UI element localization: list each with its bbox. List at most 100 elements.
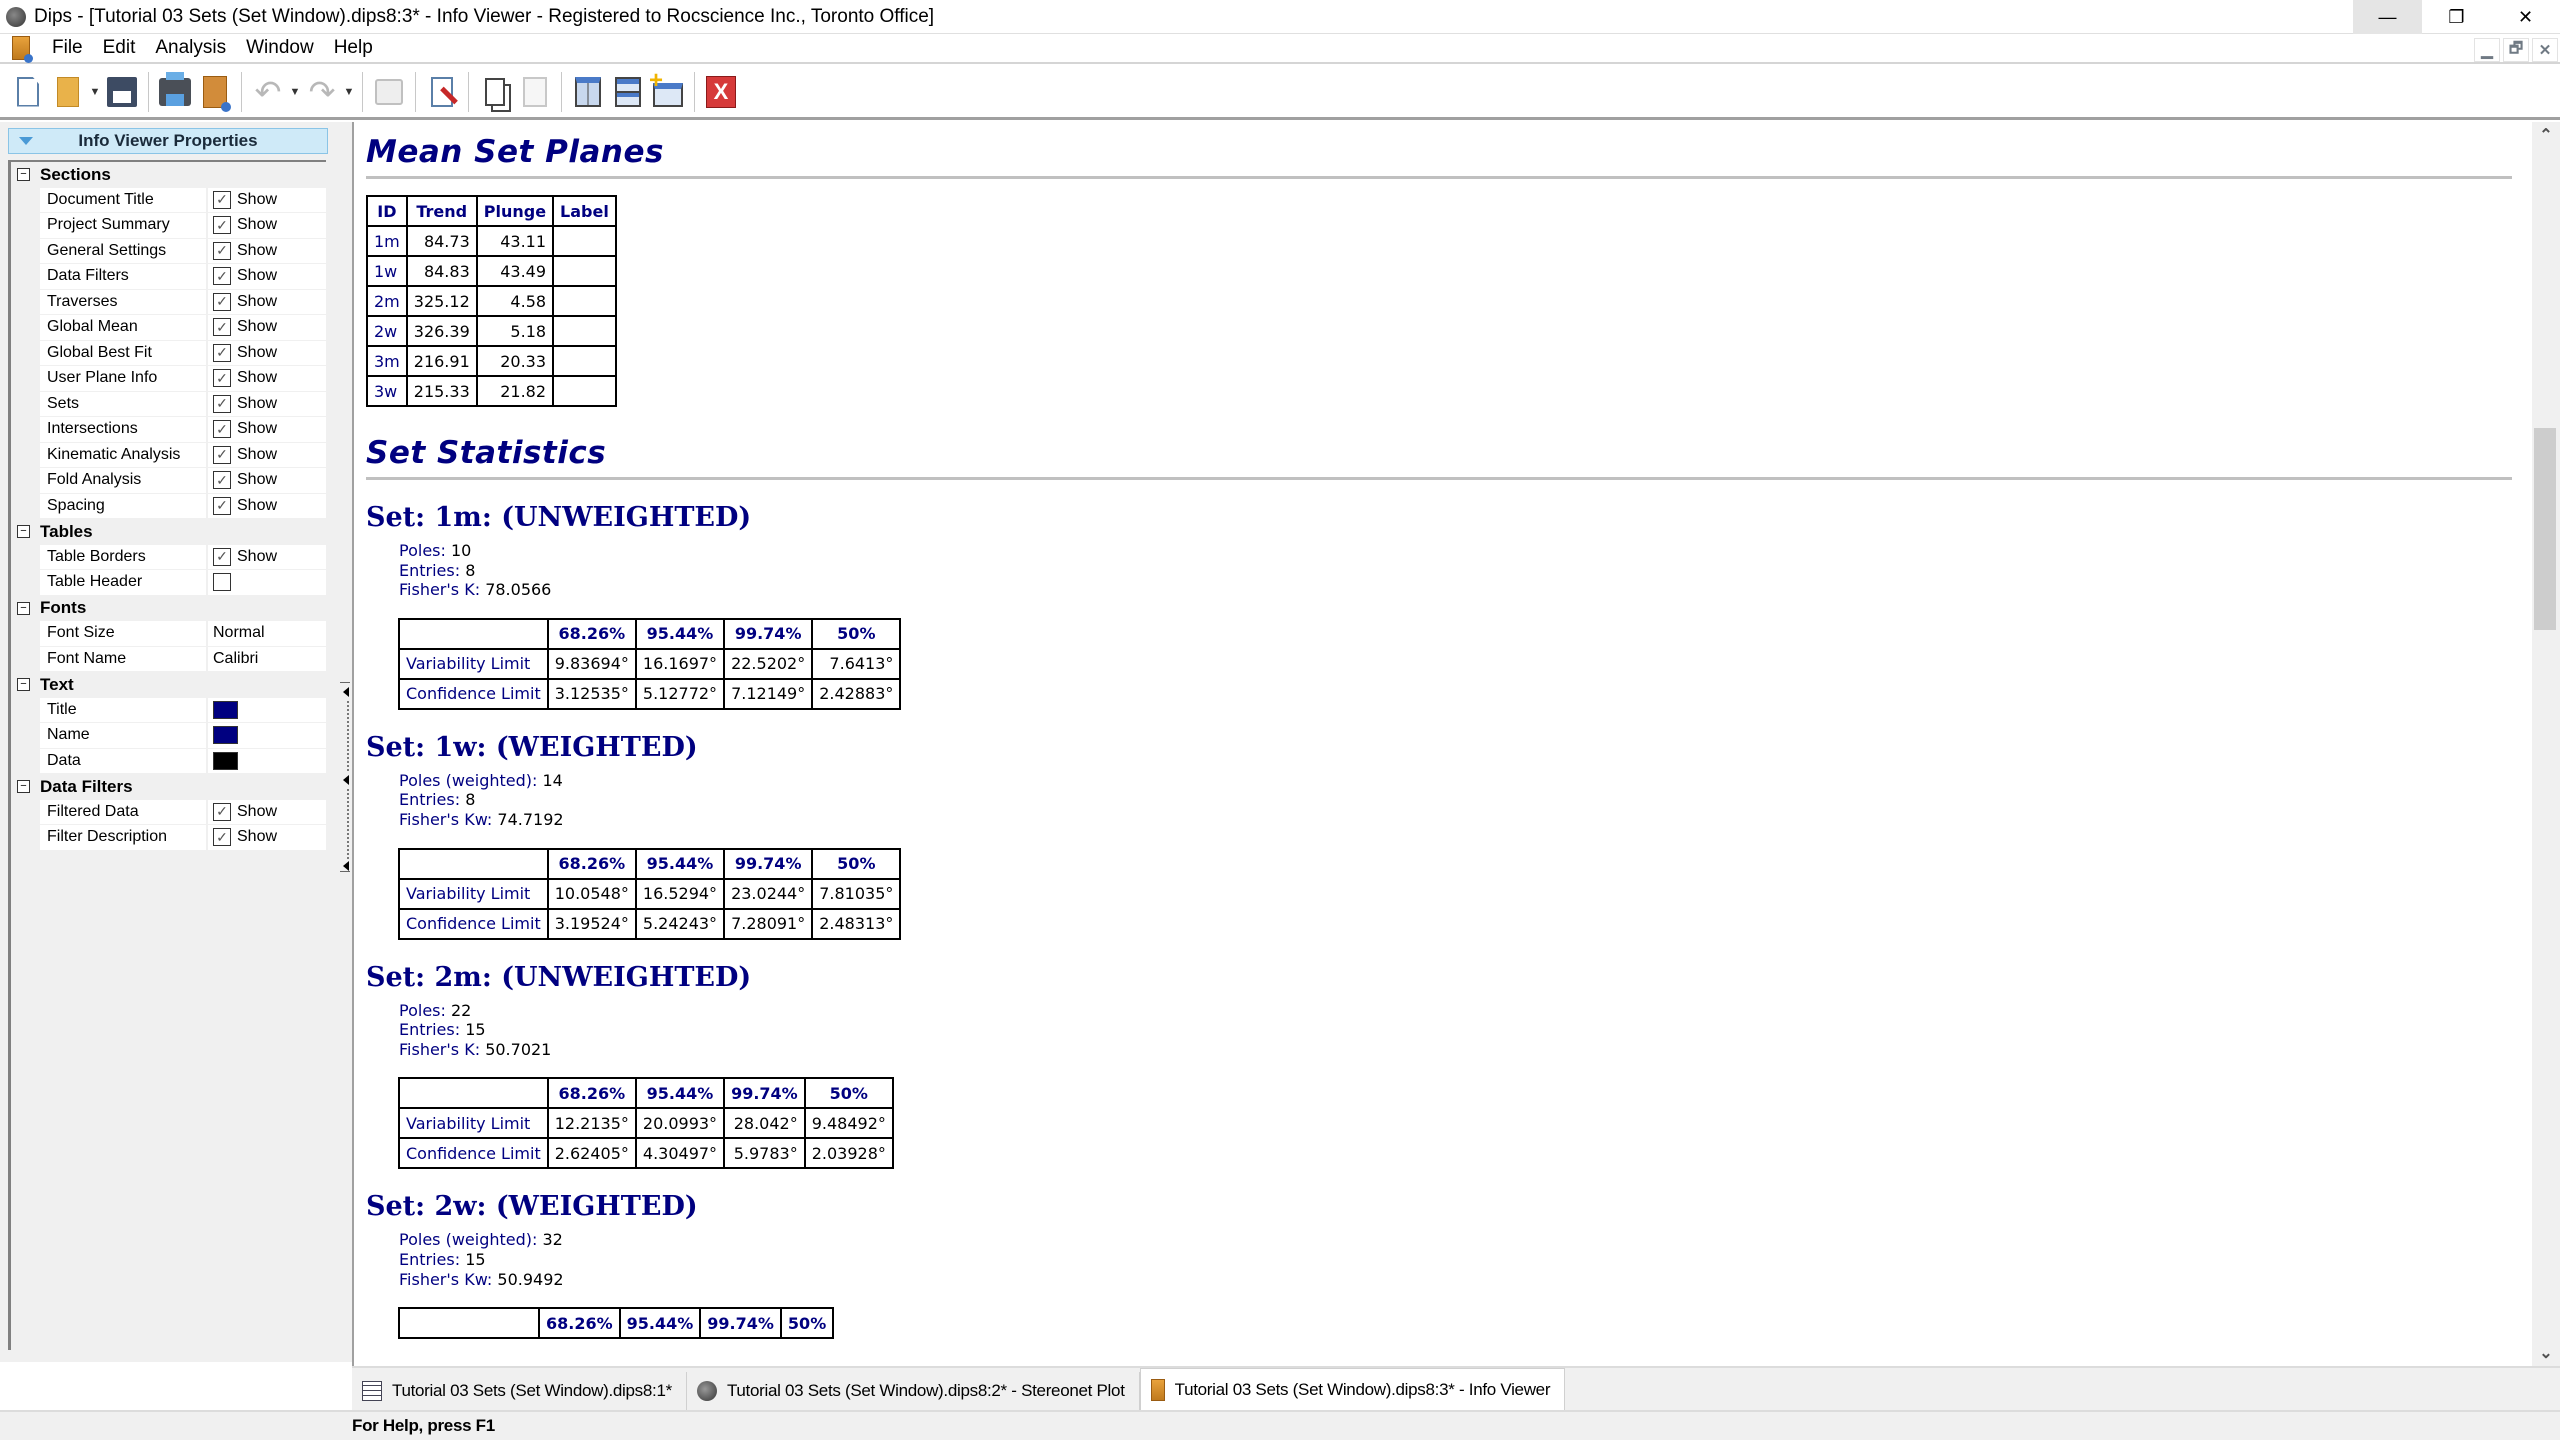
collapse-box-icon[interactable]: − [17, 678, 30, 692]
collapse-box-icon[interactable]: − [17, 168, 30, 182]
checkbox[interactable]: ✓ [213, 547, 231, 566]
tile-horizontally-button[interactable] [608, 70, 648, 114]
checkbox[interactable]: ✓ [213, 190, 231, 209]
property-value[interactable]: ✓ Show [208, 264, 326, 289]
collapse-arrow-icon[interactable] [343, 775, 349, 785]
menu-file[interactable]: File [42, 37, 93, 59]
vertical-scrollbar[interactable]: ⌃ ⌄ [2532, 122, 2560, 1366]
panel-splitter[interactable] [338, 122, 352, 1362]
menu-help[interactable]: Help [324, 37, 383, 59]
property-value[interactable]: ✓ Show [208, 417, 326, 442]
property-name[interactable]: Traverses [40, 289, 208, 314]
redo-button[interactable]: ↷ [302, 70, 342, 114]
tile-vertically-button[interactable] [568, 70, 608, 114]
property-name[interactable]: Data [40, 748, 208, 773]
property-name[interactable]: Filtered Data [40, 799, 208, 824]
property-name[interactable]: Data Filters [40, 264, 208, 289]
property-value[interactable]: ✓ Show [208, 213, 326, 238]
property-value[interactable]: ✓ Show [208, 315, 326, 340]
property-value[interactable]: ✓ Show [208, 468, 326, 493]
checkbox[interactable]: ✓ [213, 241, 231, 260]
property-value[interactable] [208, 748, 326, 773]
checkbox[interactable]: ✓ [213, 292, 231, 311]
property-name[interactable]: Table Borders [40, 544, 208, 569]
menu-window[interactable]: Window [236, 37, 324, 59]
property-name[interactable]: Global Mean [40, 315, 208, 340]
scrollbar-thumb[interactable] [2534, 428, 2556, 630]
property-value[interactable]: Calibri [208, 646, 326, 671]
checkbox[interactable]: ✓ [213, 394, 231, 413]
property-name[interactable]: Global Best Fit [40, 340, 208, 365]
checkbox[interactable]: ✓ [213, 369, 231, 388]
close-window-button[interactable]: X [701, 70, 741, 114]
property-text-value[interactable]: Normal [213, 624, 265, 642]
checkbox[interactable]: ✓ [213, 445, 231, 464]
checkbox[interactable]: ✓ [213, 828, 231, 847]
presentation-button[interactable] [369, 70, 409, 114]
property-value[interactable] [208, 697, 326, 722]
collapse-box-icon[interactable]: − [17, 601, 30, 615]
checkbox[interactable]: ✓ [213, 420, 231, 439]
category-text[interactable]: − Text [11, 672, 326, 698]
document-icon[interactable] [12, 36, 33, 63]
property-value[interactable]: Normal [208, 621, 326, 646]
property-value[interactable]: ✓ Show [208, 442, 326, 467]
checkbox[interactable]: ✓ [213, 318, 231, 337]
collapse-arrow-icon[interactable] [343, 687, 349, 697]
mdi-close-button[interactable]: ✕ [2532, 38, 2558, 62]
color-swatch[interactable] [213, 726, 238, 745]
property-name[interactable]: Table Header [40, 570, 208, 595]
copy-button[interactable] [475, 70, 515, 114]
checkbox[interactable]: ✓ [213, 802, 231, 821]
property-name[interactable]: General Settings [40, 238, 208, 263]
checkbox[interactable]: ✓ [213, 216, 231, 235]
open-button[interactable] [48, 70, 88, 114]
property-name[interactable]: User Plane Info [40, 366, 208, 391]
collapse-box-icon[interactable]: − [17, 780, 30, 794]
property-name[interactable]: Document Title [40, 187, 208, 212]
collapse-triangle-icon[interactable] [19, 137, 33, 145]
property-name[interactable]: Title [40, 697, 208, 722]
property-name[interactable]: Font Size [40, 621, 208, 646]
property-value[interactable]: ✓ Show [208, 289, 326, 314]
property-name[interactable]: Project Summary [40, 213, 208, 238]
property-name[interactable]: Sets [40, 391, 208, 416]
category-tables[interactable]: − Tables [11, 519, 326, 545]
property-name[interactable]: Fold Analysis [40, 468, 208, 493]
close-button[interactable]: ✕ [2491, 0, 2560, 34]
property-value[interactable]: ✓ Show [208, 544, 326, 569]
property-value[interactable]: ✓ Show [208, 825, 326, 850]
color-swatch[interactable] [213, 751, 238, 770]
property-text-value[interactable]: Calibri [213, 650, 258, 668]
document-tab[interactable]: Tutorial 03 Sets (Set Window).dips8:2* -… [687, 1372, 1140, 1410]
property-name[interactable]: Font Name [40, 646, 208, 671]
edit-document-button[interactable] [422, 70, 462, 114]
checkbox[interactable]: ✓ [213, 471, 231, 490]
scroll-down-button[interactable]: ⌄ [2532, 1340, 2560, 1366]
undo-dropdown-arrow[interactable]: ▼ [288, 86, 302, 98]
category-fonts[interactable]: − Fonts [11, 595, 326, 621]
minimize-button[interactable]: — [2353, 0, 2422, 34]
print-button[interactable] [155, 70, 195, 114]
info-viewer-button[interactable] [195, 70, 235, 114]
scroll-up-button[interactable]: ⌃ [2532, 122, 2560, 148]
property-value[interactable]: ✓ Show [208, 340, 326, 365]
paste-button[interactable] [515, 70, 555, 114]
checkbox[interactable]: ✓ [213, 496, 231, 515]
category-data-filters[interactable]: − Data Filters [11, 774, 326, 800]
redo-dropdown-arrow[interactable]: ▼ [342, 86, 356, 98]
menu-analysis[interactable]: Analysis [145, 37, 236, 59]
collapse-box-icon[interactable]: − [17, 525, 30, 539]
property-value[interactable]: ✓ Show [208, 366, 326, 391]
property-value[interactable]: ✓ Show [208, 799, 326, 824]
color-swatch[interactable] [213, 700, 238, 719]
property-value[interactable] [208, 570, 326, 595]
new-button[interactable] [8, 70, 48, 114]
property-value[interactable]: ✓ Show [208, 187, 326, 212]
property-value[interactable]: ✓ Show [208, 238, 326, 263]
document-tab[interactable]: Tutorial 03 Sets (Set Window).dips8:1* [352, 1372, 687, 1410]
new-window-button[interactable] [648, 67, 688, 114]
document-tab[interactable]: Tutorial 03 Sets (Set Window).dips8:3* -… [1139, 1368, 1566, 1410]
checkbox[interactable]: ✓ [213, 343, 231, 362]
save-button[interactable] [102, 70, 142, 114]
